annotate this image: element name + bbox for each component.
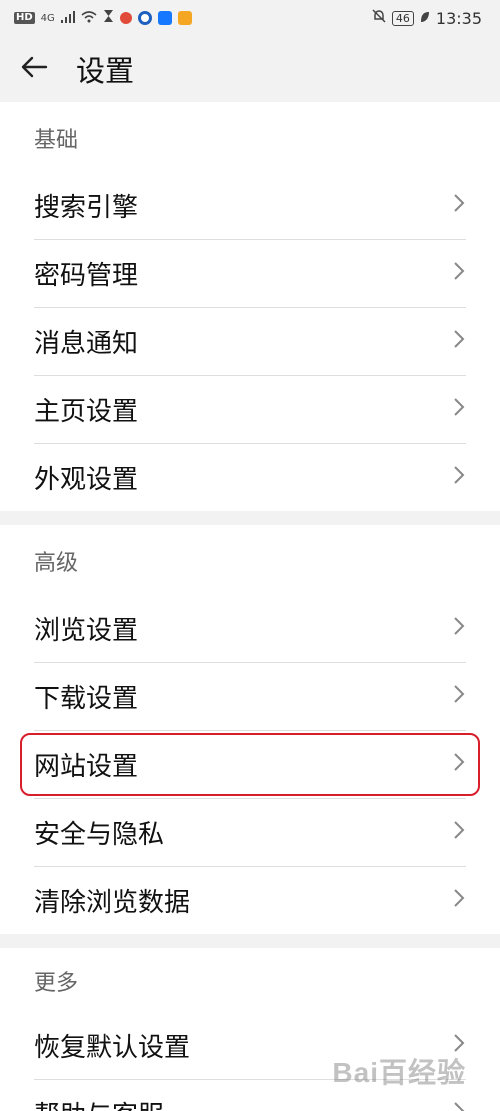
status-bar: HD 4G 46 13:35 — [0, 0, 500, 36]
row-label: 密码管理 — [34, 261, 139, 291]
settings-row-search-engine[interactable]: 搜索引擎 — [34, 172, 466, 240]
settings-row-notifications[interactable]: 消息通知 — [34, 308, 466, 376]
app-bar: 设置 — [0, 36, 500, 102]
chevron-right-icon — [452, 818, 466, 848]
row-label: 搜索引擎 — [34, 193, 139, 223]
wifi-icon — [81, 9, 97, 27]
settings-row-homepage[interactable]: 主页设置 — [34, 376, 466, 444]
page-title: 设置 — [76, 54, 135, 88]
chevron-right-icon — [452, 886, 466, 916]
section-header: 基础 — [34, 128, 79, 153]
circle-app-icon — [137, 11, 152, 25]
row-label: 主页设置 — [34, 397, 139, 427]
status-bar-right: 46 13:35 — [372, 9, 482, 28]
baidu-jingyan-watermark: Bai百经验 — [332, 1057, 466, 1088]
row-label: 帮助与客服 — [34, 1095, 164, 1111]
chevron-right-icon — [452, 395, 466, 425]
chevron-right-icon — [452, 614, 466, 644]
section-divider — [0, 934, 500, 948]
settings-row-clear-data[interactable]: 清除浏览数据 — [34, 867, 466, 934]
settings-row-site-settings[interactable]: 网站设置 — [20, 731, 480, 799]
arrow-left-icon — [20, 56, 48, 82]
row-label: 浏览设置 — [34, 616, 139, 646]
chevron-right-icon — [452, 191, 466, 221]
section-divider — [0, 511, 500, 525]
section-basic: 基础 搜索引擎 密码管理 消息通知 主页设置 外观设置 — [0, 102, 500, 511]
chevron-right-icon — [452, 750, 466, 780]
status-bar-left: HD 4G — [14, 9, 192, 27]
network-type: 4G — [40, 12, 55, 24]
signal-icon — [60, 9, 75, 27]
battery-indicator: 46 — [391, 10, 414, 26]
row-label: 清除浏览数据 — [34, 888, 191, 918]
chevron-right-icon — [452, 463, 466, 493]
settings-screen: HD 4G 46 13:35 设置 基础 搜索引擎 密码管理 消息通知 主页设置… — [0, 0, 500, 1111]
notification-app-icon — [177, 11, 192, 25]
chevron-right-icon — [452, 682, 466, 712]
settings-row-downloads[interactable]: 下载设置 — [34, 663, 466, 731]
row-label: 外观设置 — [34, 465, 139, 495]
row-label: 消息通知 — [34, 329, 139, 359]
leaf-icon — [420, 9, 430, 27]
chevron-right-icon — [452, 1099, 466, 1111]
settings-row-browsing[interactable]: 浏览设置 — [34, 595, 466, 663]
back-button[interactable] — [20, 49, 60, 89]
chevron-right-icon — [452, 259, 466, 289]
section-advanced: 高级 浏览设置 下载设置 网站设置 安全与隐私 清除浏览数据 — [0, 525, 500, 934]
section-header: 高级 — [34, 551, 79, 576]
hd-badge: HD — [14, 12, 35, 24]
row-label: 安全与隐私 — [34, 820, 165, 850]
alipay-app-icon — [157, 11, 172, 25]
section-header: 更多 — [34, 971, 79, 996]
chevron-right-icon — [452, 327, 466, 357]
settings-row-password-manager[interactable]: 密码管理 — [34, 240, 466, 308]
weibo-app-icon — [119, 12, 132, 24]
clock: 13:35 — [435, 8, 482, 28]
row-label: 网站设置 — [34, 752, 139, 782]
settings-row-appearance[interactable]: 外观设置 — [34, 444, 466, 511]
settings-row-security-privacy[interactable]: 安全与隐私 — [34, 799, 466, 867]
row-label: 恢复默认设置 — [34, 1033, 191, 1063]
row-label: 下载设置 — [34, 684, 139, 714]
hourglass-icon — [103, 9, 114, 27]
mute-bell-icon — [372, 9, 386, 27]
